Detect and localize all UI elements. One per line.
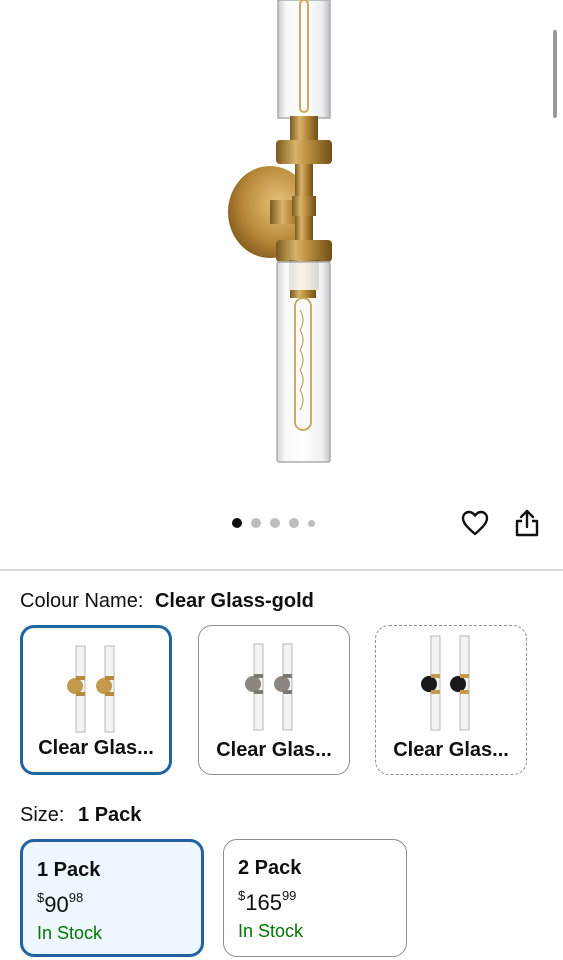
carousel-dot-3[interactable] <box>270 518 280 528</box>
carousel-dot-4[interactable] <box>289 518 299 528</box>
stock-status: In Stock <box>37 923 103 943</box>
colour-option-black[interactable]: Clear Glas... <box>375 625 527 775</box>
size-option-2-pack[interactable]: 2 Pack $16599 In Stock <box>223 839 407 957</box>
nickel-sconce-thumbnail <box>199 634 349 734</box>
size-option-1-pack[interactable]: 1 Pack $9098 In Stock <box>20 839 204 957</box>
colour-option-label: Clear Glas... <box>393 739 509 761</box>
sconce-image <box>228 0 332 463</box>
colour-selected-value: Clear Glass-gold <box>154 590 314 612</box>
section-divider <box>0 569 563 571</box>
colour-option-nickel[interactable]: Clear Glas... <box>198 625 350 775</box>
price-fraction: 99 <box>281 888 297 903</box>
carousel-dot-2[interactable] <box>251 518 261 528</box>
colour-label: Colour Name: <box>20 590 144 612</box>
scrollbar[interactable] <box>553 30 557 118</box>
size-option-title: 1 Pack <box>37 859 101 881</box>
gold-sconce-thumbnail <box>23 636 169 736</box>
carousel-dot-5[interactable] <box>308 519 315 527</box>
colour-option-label: Clear Glas... <box>216 739 332 761</box>
size-row: Size: 1 Pack <box>20 804 141 827</box>
size-option-price: $9098 <box>37 890 84 918</box>
price-currency: $ <box>238 888 246 903</box>
size-option-price: $16599 <box>238 888 297 916</box>
colour-option-gold[interactable]: Clear Glas... <box>20 625 172 775</box>
price-whole: 165 <box>245 890 282 915</box>
heart-icon[interactable] <box>458 506 492 540</box>
size-selected-value: 1 Pack <box>78 804 142 826</box>
carousel-dot-1[interactable] <box>232 518 242 528</box>
share-icon[interactable] <box>510 506 544 540</box>
size-label: Size: <box>20 804 65 826</box>
image-carousel-dots[interactable] <box>232 517 315 529</box>
size-option-title: 2 Pack <box>238 857 302 879</box>
colour-name-row: Colour Name: Clear Glass-gold <box>20 590 314 613</box>
price-fraction: 98 <box>68 890 84 905</box>
black-sconce-thumbnail <box>376 634 526 734</box>
price-whole: 90 <box>44 892 69 917</box>
colour-option-label: Clear Glas... <box>38 737 154 759</box>
product-image[interactable] <box>0 0 563 500</box>
stock-status: In Stock <box>238 921 304 941</box>
price-currency: $ <box>37 890 45 905</box>
